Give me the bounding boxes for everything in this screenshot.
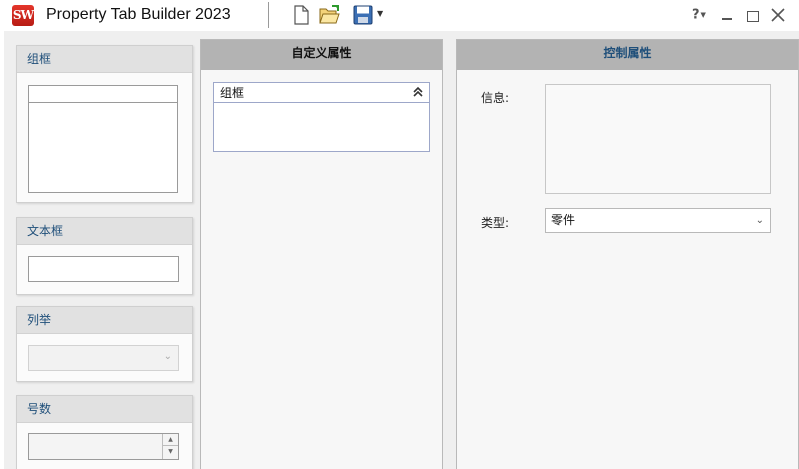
toolbar-separator xyxy=(268,2,269,28)
info-textarea[interactable] xyxy=(545,84,771,194)
list-enum-preview: ⌄ xyxy=(28,345,179,371)
custom-properties-header: 自定义属性 xyxy=(201,40,442,70)
solidworks-logo-icon: SW xyxy=(12,5,34,26)
custom-properties-panel: 自定义属性 组框 xyxy=(200,39,443,469)
control-properties-panel: 控制属性 信息: 类型: 零件 ⌄ xyxy=(456,39,799,469)
custom-group-box-label: 组框 xyxy=(214,83,429,103)
palette-text-box[interactable]: 文本框 xyxy=(16,217,193,295)
text-box-preview xyxy=(28,256,179,282)
palette-list-enum-label: 列举 xyxy=(17,307,192,334)
palette-number[interactable]: 号数 ▲ ▼ xyxy=(16,395,193,469)
maximize-button[interactable] xyxy=(745,8,759,22)
app-title: Property Tab Builder xyxy=(46,6,191,23)
chevron-down-icon: ⌄ xyxy=(755,215,764,226)
info-label: 信息: xyxy=(481,91,510,105)
palette-group-box[interactable]: 组框 xyxy=(16,45,193,203)
save-disk-icon xyxy=(353,5,373,25)
save-button[interactable] xyxy=(352,4,374,26)
help-button[interactable]: ?▼ xyxy=(692,6,714,24)
number-preview: ▲ ▼ xyxy=(28,433,179,460)
type-label: 类型: xyxy=(481,216,510,230)
palette-text-box-label: 文本框 xyxy=(17,218,192,245)
new-file-icon xyxy=(294,5,309,25)
minimize-button[interactable] xyxy=(720,8,734,22)
close-button[interactable] xyxy=(769,6,787,24)
palette-number-label: 号数 xyxy=(17,396,192,423)
open-folder-icon xyxy=(319,5,340,24)
spin-up-icon: ▲ xyxy=(163,434,178,446)
close-icon xyxy=(771,8,785,22)
help-menu-caret-icon: ▼ xyxy=(700,11,706,19)
group-box-preview xyxy=(28,85,178,193)
spin-down-icon: ▼ xyxy=(163,446,178,458)
app-year: 2023 xyxy=(195,6,231,23)
new-file-button[interactable] xyxy=(290,4,312,26)
control-palette: 组框 文本框 列举 ⌄ 号数 ▲ ▼ xyxy=(4,31,197,469)
workspace: 组框 文本框 列举 ⌄ 号数 ▲ ▼ 自定义属性 组框 控制属性 信息: 类型:… xyxy=(4,31,799,469)
type-select[interactable]: 零件 ⌄ xyxy=(545,208,771,233)
open-file-button[interactable] xyxy=(318,4,340,26)
save-menu-arrow-icon[interactable]: ▼ xyxy=(377,9,387,19)
custom-group-box[interactable]: 组框 xyxy=(213,82,430,152)
chevron-down-icon: ⌄ xyxy=(163,351,172,362)
palette-list-enum[interactable]: 列举 ⌄ xyxy=(16,306,193,382)
collapse-button[interactable] xyxy=(411,85,425,99)
number-spinner: ▲ ▼ xyxy=(162,434,178,459)
title-bar: SW Property Tab Builder 2023 ▼ ?▼ xyxy=(0,0,799,31)
type-select-value: 零件 xyxy=(551,213,576,227)
double-chevron-up-icon xyxy=(413,86,423,97)
palette-group-box-label: 组框 xyxy=(17,46,192,73)
control-properties-header: 控制属性 xyxy=(457,40,798,70)
help-label: ? xyxy=(692,7,700,23)
